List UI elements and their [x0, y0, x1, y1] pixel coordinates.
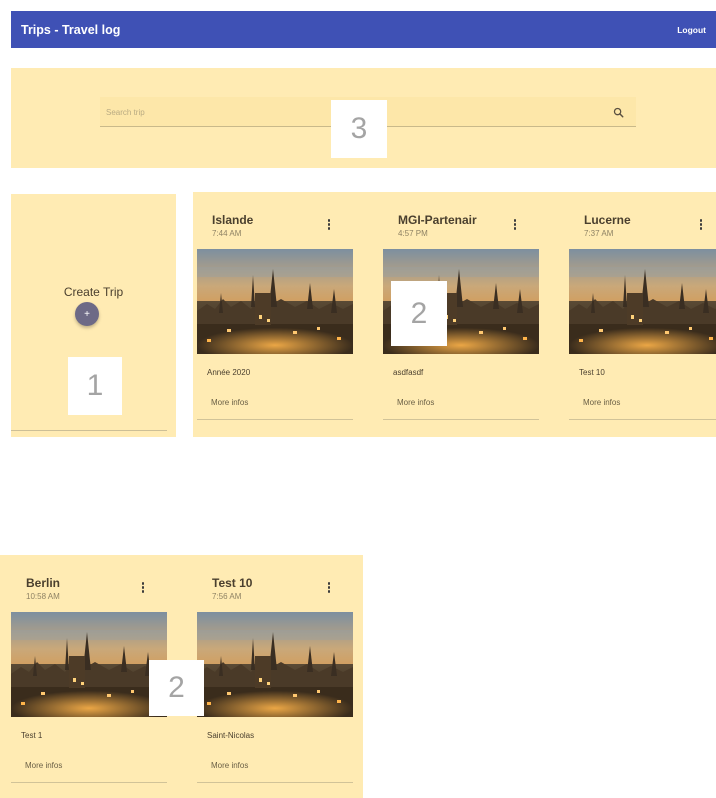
app-title: Trips - Travel log	[21, 22, 121, 37]
more-infos-button[interactable]: More infos	[397, 398, 434, 407]
trip-image	[197, 612, 353, 717]
more-vert-icon[interactable]	[324, 582, 334, 596]
annotation-marker-2: 2	[391, 281, 447, 346]
annotation-marker-1: 1	[68, 357, 122, 415]
card-divider	[569, 419, 716, 420]
card-divider	[197, 419, 353, 420]
trip-description: Année 2020	[207, 368, 251, 377]
trip-time: 10:58 AM	[26, 592, 60, 601]
create-trip-panel[interactable]: Create Trip + 1	[11, 194, 176, 437]
trip-card[interactable]: Test 10 7:56 AM Saint-Nicolas More infos	[193, 555, 353, 783]
trip-title: MGI-Partenair	[398, 213, 477, 227]
more-vert-icon[interactable]	[510, 219, 520, 233]
trip-image	[197, 249, 353, 354]
search-icon[interactable]	[613, 107, 624, 118]
trip-list-row-2: Berlin 10:58 AM Test 1 More infos Test 1…	[0, 555, 363, 798]
trip-time: 4:57 PM	[398, 229, 428, 238]
trip-description: Test 1	[21, 731, 43, 740]
more-infos-button[interactable]: More infos	[211, 398, 248, 407]
search-panel: 3	[11, 68, 716, 168]
trip-description: asdfasdf	[393, 368, 424, 377]
trip-title: Berlin	[26, 576, 61, 590]
app-bar: Trips - Travel log Logout	[11, 11, 716, 48]
trip-time: 7:44 AM	[212, 229, 242, 238]
trip-card[interactable]: Berlin 10:58 AM Test 1 More infos	[7, 555, 167, 783]
more-infos-button[interactable]: More infos	[211, 761, 248, 770]
trip-title: Islande	[212, 213, 254, 227]
annotation-marker-2: 2	[149, 660, 204, 716]
more-vert-icon[interactable]	[696, 219, 706, 233]
trip-description: Saint-Nicolas	[207, 731, 255, 740]
create-trip-label: Create Trip	[63, 285, 124, 299]
more-vert-icon[interactable]	[138, 582, 148, 596]
more-infos-button[interactable]: More infos	[25, 761, 62, 770]
card-divider	[197, 782, 353, 783]
trip-time: 7:56 AM	[212, 592, 242, 601]
trip-time: 7:37 AM	[584, 229, 614, 238]
card-divider	[383, 419, 539, 420]
trip-description: Test 10	[579, 368, 605, 377]
create-trip-divider	[11, 430, 167, 431]
annotation-marker-3: 3	[331, 100, 387, 158]
trip-image	[11, 612, 167, 717]
logout-button[interactable]: Logout	[677, 25, 706, 35]
trip-list-row-1: Islande 7:44 AM Année 2020 More infos MG…	[193, 192, 716, 437]
more-vert-icon[interactable]	[324, 219, 334, 233]
trip-card[interactable]: Lucerne 7:37 AM Test 10 More infos	[565, 192, 716, 420]
more-infos-button[interactable]: More infos	[583, 398, 620, 407]
card-divider	[11, 782, 167, 783]
trip-image	[569, 249, 716, 354]
add-trip-button[interactable]: +	[75, 302, 99, 326]
trip-title: Lucerne	[584, 213, 631, 227]
trip-card[interactable]: Islande 7:44 AM Année 2020 More infos	[193, 192, 353, 420]
trip-title: Test 10	[212, 576, 253, 590]
